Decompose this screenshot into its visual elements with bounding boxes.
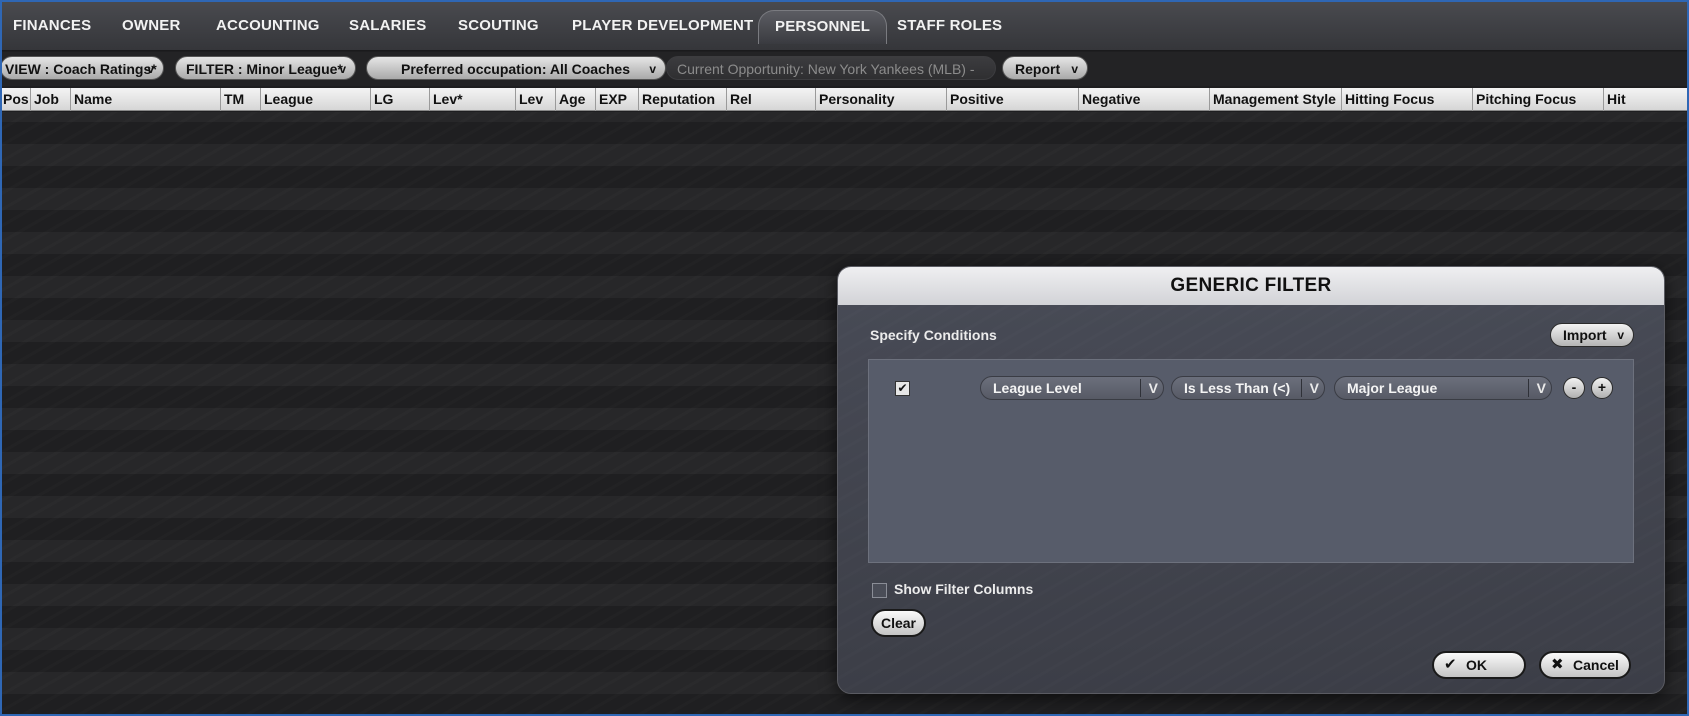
chevron-down-icon: V (1309, 380, 1319, 396)
column-header-lg[interactable]: LG (370, 88, 429, 111)
show-filter-columns-checkbox[interactable] (872, 583, 887, 598)
remove-condition-button[interactable]: - (1563, 377, 1585, 399)
tab-player-development[interactable]: PLAYER DEVELOPMENT (572, 13, 753, 39)
specify-conditions-label: Specify Conditions (870, 327, 997, 343)
chevron-down-icon: v (339, 62, 346, 76)
tab-scouting[interactable]: SCOUTING (458, 13, 539, 39)
column-header-hitting-focus[interactable]: Hitting Focus (1341, 88, 1472, 111)
column-header-age[interactable]: Age (555, 88, 595, 111)
column-header-name[interactable]: Name (70, 88, 220, 111)
column-header-tm[interactable]: TM (220, 88, 260, 111)
x-icon: ✖ (1551, 656, 1564, 673)
column-header-exp[interactable]: EXP (595, 88, 638, 111)
show-filter-columns-label: Show Filter Columns (894, 581, 1034, 597)
tab-finances[interactable]: FINANCES (13, 13, 91, 39)
column-header-management-style[interactable]: Management Style (1209, 88, 1341, 111)
select-divider (1528, 379, 1529, 397)
import-dropdown-label: Import (1563, 327, 1607, 343)
tab-accounting[interactable]: ACCOUNTING (216, 13, 320, 39)
add-condition-button[interactable]: + (1591, 377, 1613, 399)
column-header-rel[interactable]: Rel (726, 88, 815, 111)
cancel-button-label: Cancel (1573, 657, 1619, 673)
column-header-reputation[interactable]: Reputation (638, 88, 726, 111)
report-dropdown-label: Report (1015, 61, 1061, 77)
clear-button-label: Clear (880, 615, 917, 631)
chevron-down-icon: v (1617, 328, 1624, 342)
chevron-down-icon: V (1536, 380, 1546, 396)
filter-dropdown-label: FILTER : Minor League* (186, 61, 343, 77)
column-header-personality[interactable]: Personality (815, 88, 946, 111)
column-header-lev[interactable]: Lev (515, 88, 555, 111)
column-header-negative[interactable]: Negative (1078, 88, 1209, 111)
report-dropdown[interactable]: Report v (1002, 56, 1088, 80)
condition-operator-value: Is Less Than (<) (1184, 380, 1291, 396)
chevron-down-icon: v (1071, 62, 1078, 76)
opportunity-dropdown: Current Opportunity: New York Yankees (M… (666, 56, 996, 80)
toolbar: VIEW : Coach Ratings* v FILTER : Minor L… (0, 52, 1689, 86)
clear-button[interactable]: Clear (871, 609, 926, 637)
tab-owner[interactable]: OWNER (122, 13, 181, 39)
ok-button-label: OK (1466, 657, 1487, 673)
occupation-dropdown-label: Preferred occupation: All Coaches (401, 61, 630, 77)
condition-operator-select[interactable]: Is Less Than (<) V (1171, 376, 1325, 400)
view-dropdown-label: VIEW : Coach Ratings* (5, 61, 157, 77)
column-header-pitching-focus[interactable]: Pitching Focus (1472, 88, 1603, 111)
column-header-job[interactable]: Job (30, 88, 70, 111)
condition-value-select[interactable]: Major League V (1334, 376, 1552, 400)
tab-personnel[interactable]: PERSONNEL (758, 10, 888, 44)
column-header-positive[interactable]: Positive (946, 88, 1078, 111)
condition-enabled-checkbox[interactable]: ✔ (895, 381, 910, 396)
select-divider (1140, 379, 1141, 397)
dialog-body: Specify Conditions Import v ✔ League Lev… (838, 305, 1664, 693)
tab-salaries[interactable]: SALARIES (349, 13, 426, 39)
column-header-hit[interactable]: Hit (1603, 88, 1689, 111)
conditions-list: ✔ League Level V Is Less Than (<) V Majo… (868, 359, 1634, 563)
dialog-title: GENERIC FILTER (838, 267, 1664, 305)
chevron-down-icon: V (1148, 380, 1158, 396)
generic-filter-dialog: GENERIC FILTER Specify Conditions Import… (837, 266, 1665, 694)
view-dropdown[interactable]: VIEW : Coach Ratings* v (0, 56, 164, 80)
tab-staff-roles[interactable]: STAFF ROLES (897, 13, 1002, 39)
chevron-down-icon: v (147, 62, 154, 76)
ok-button[interactable]: ✔ OK (1432, 651, 1526, 679)
table-header: Pos Job Name TM League LG Lev* Lev Age E… (0, 88, 1689, 111)
column-header-league[interactable]: League (260, 88, 370, 111)
cancel-button[interactable]: ✖ Cancel (1539, 651, 1631, 679)
occupation-dropdown[interactable]: Preferred occupation: All Coaches v (366, 56, 666, 80)
filter-dropdown[interactable]: FILTER : Minor League* v (175, 56, 356, 80)
condition-value-value: Major League (1347, 380, 1438, 396)
select-divider (1301, 379, 1302, 397)
chevron-down-icon: v (649, 62, 656, 76)
tab-bar: FINANCES OWNER ACCOUNTING SALARIES SCOUT… (0, 0, 1689, 51)
checkmark-icon: ✔ (1444, 656, 1457, 673)
condition-field-value: League Level (993, 380, 1082, 396)
import-dropdown[interactable]: Import v (1550, 323, 1634, 347)
condition-field-select[interactable]: League Level V (980, 376, 1164, 400)
opportunity-label: Current Opportunity: New York Yankees (M… (677, 61, 975, 77)
column-header-pos[interactable]: Pos (0, 88, 30, 111)
column-header-lev-star[interactable]: Lev* (429, 88, 515, 111)
